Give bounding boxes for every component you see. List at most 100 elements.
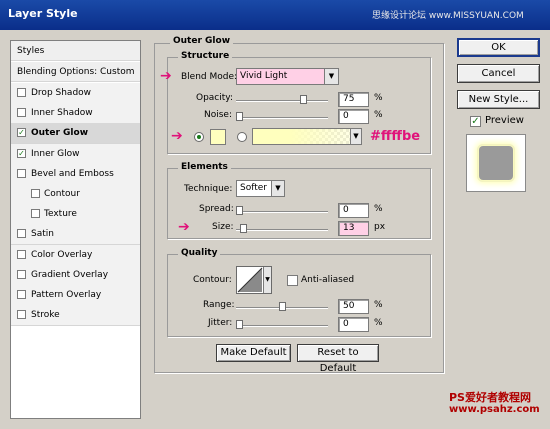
spread-label: Spread: — [199, 204, 234, 214]
opacity-slider[interactable] — [236, 100, 328, 102]
style-item-label: Inner Glow — [31, 148, 80, 159]
spread-field[interactable]: 0 — [338, 203, 369, 218]
anti-aliased-label: Anti-aliased — [301, 275, 355, 285]
opacity-slider-thumb[interactable] — [299, 95, 307, 104]
style-checkbox[interactable] — [17, 249, 26, 259]
style-checkbox[interactable] — [17, 290, 26, 299]
pointer-arrow-icon: ➔ — [178, 219, 190, 235]
pointer-arrow-icon: ➔ — [160, 68, 172, 84]
style-item-label: Inner Shadow — [31, 108, 93, 119]
watermark-top: 思缘设计论坛 www.MISSYUAN.COM — [372, 11, 524, 21]
size-label: Size: — [212, 222, 234, 232]
jitter-label: Jitter: — [208, 318, 233, 328]
noise-unit: % — [374, 110, 383, 120]
style-item[interactable]: Stroke — [11, 305, 140, 327]
jitter-slider-thumb[interactable] — [236, 320, 243, 329]
style-checkbox[interactable] — [17, 108, 26, 118]
style-item-label: Contour — [44, 189, 80, 199]
style-checkbox[interactable]: ✓ — [17, 148, 26, 158]
opacity-field[interactable]: 75 — [338, 92, 369, 107]
style-item[interactable]: ✓ Inner Glow — [11, 143, 140, 165]
make-default-button[interactable]: Make Default — [216, 344, 291, 362]
style-checkbox[interactable] — [17, 229, 26, 239]
style-checkbox[interactable] — [31, 209, 40, 219]
new-style-button[interactable]: New Style... — [457, 90, 540, 109]
style-item[interactable]: Satin — [11, 224, 140, 246]
contour-curve-icon — [237, 267, 263, 293]
preview-checkbox[interactable]: ✓ — [470, 116, 481, 127]
blend-mode-select[interactable]: Vivid Light ▼ — [236, 68, 339, 85]
spread-slider-thumb[interactable] — [236, 206, 243, 215]
style-item[interactable]: Inner Shadow — [11, 103, 140, 125]
style-checkbox[interactable]: ✓ — [17, 128, 26, 138]
style-item-label: Outer Glow — [31, 128, 89, 139]
footer-watermark-line1: PS爱好者教程网 — [449, 391, 531, 404]
style-checkbox[interactable] — [17, 310, 26, 320]
gradient-picker[interactable]: ▼ — [252, 128, 362, 145]
spread-unit: % — [374, 204, 383, 214]
ok-button[interactable]: OK — [457, 38, 540, 57]
chevron-down-icon: ▼ — [350, 129, 361, 144]
style-item-label: Stroke — [31, 310, 60, 321]
jitter-field[interactable]: 0 — [338, 317, 369, 332]
preview-thumbnail — [466, 134, 526, 192]
quality-title: Quality — [178, 248, 221, 258]
chevron-down-icon: ▼ — [263, 267, 271, 293]
window-title: Layer Style — [8, 7, 78, 20]
style-item[interactable]: Texture — [11, 204, 140, 226]
reset-default-button[interactable]: Reset to Default — [297, 344, 379, 374]
cancel-button[interactable]: Cancel — [457, 64, 540, 83]
style-item[interactable]: Gradient Overlay — [11, 264, 140, 286]
style-item-label: Texture — [44, 209, 77, 220]
noise-slider[interactable] — [236, 117, 328, 119]
size-field[interactable]: 13 — [338, 221, 369, 236]
anti-aliased-checkbox[interactable] — [287, 275, 298, 286]
structure-title: Structure — [178, 51, 233, 61]
chevron-down-icon: ▼ — [271, 181, 284, 196]
color-annotation: #ffffbe — [370, 129, 421, 144]
style-item[interactable]: ✓ Outer Glow — [11, 123, 140, 145]
style-item[interactable]: Pattern Overlay — [11, 285, 140, 306]
style-item[interactable]: Contour — [11, 184, 140, 205]
style-item[interactable]: Drop Shadow — [11, 83, 140, 104]
jitter-slider[interactable] — [236, 325, 328, 327]
glow-color-swatch[interactable] — [210, 129, 226, 145]
preview-label: Preview — [485, 115, 524, 126]
chevron-down-icon: ▼ — [324, 69, 338, 84]
noise-label: Noise: — [204, 110, 232, 120]
style-item[interactable]: Bevel and Emboss — [11, 163, 140, 185]
technique-select[interactable]: Softer ▼ — [236, 180, 285, 197]
style-checkbox[interactable] — [17, 168, 26, 178]
style-checkbox[interactable] — [17, 88, 26, 97]
style-item-label: Gradient Overlay — [31, 269, 109, 280]
spread-slider[interactable] — [236, 211, 328, 213]
style-checkbox[interactable] — [17, 269, 26, 279]
outer-glow-title: Outer Glow — [170, 36, 234, 46]
size-slider[interactable] — [236, 229, 328, 231]
styles-list: Styles Blending Options: Custom Drop Sha… — [10, 40, 141, 419]
range-label: Range: — [203, 300, 235, 310]
gradient-radio[interactable] — [237, 132, 247, 142]
style-item-label: Satin — [31, 229, 54, 240]
blending-options-item[interactable]: Blending Options: Custom — [11, 62, 140, 82]
contour-picker[interactable]: ▼ — [236, 266, 272, 294]
style-item-label: Color Overlay — [31, 249, 93, 260]
style-item[interactable]: Color Overlay — [11, 244, 140, 266]
solid-color-radio[interactable] — [194, 132, 204, 142]
noise-slider-thumb[interactable] — [236, 112, 243, 121]
radio-dot — [197, 135, 201, 139]
style-item-label: Pattern Overlay — [31, 290, 102, 300]
size-slider-thumb[interactable] — [240, 224, 248, 233]
footer-watermark-line2: www.psahz.com — [449, 404, 540, 415]
range-field[interactable]: 50 — [338, 299, 369, 314]
noise-field[interactable]: 0 — [338, 109, 369, 124]
range-slider-thumb[interactable] — [278, 302, 286, 311]
blend-mode-label: Blend Mode: — [181, 72, 238, 82]
elements-title: Elements — [178, 162, 231, 172]
opacity-label: Opacity: — [196, 93, 233, 103]
style-checkbox[interactable] — [31, 189, 40, 198]
size-unit: px — [374, 222, 386, 232]
style-item-label: Drop Shadow — [31, 88, 92, 98]
styles-header[interactable]: Styles — [11, 41, 140, 61]
preview-swatch — [479, 146, 513, 180]
